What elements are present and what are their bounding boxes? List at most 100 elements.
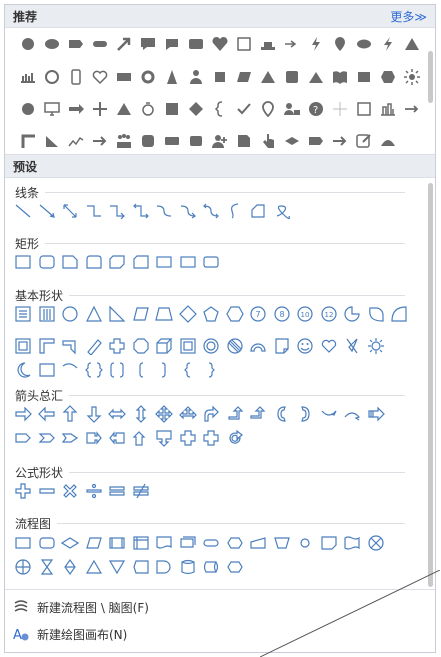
recommended-rhombus-bar-icon[interactable] (283, 132, 301, 150)
recommended-heart-outline-icon[interactable] (91, 68, 109, 86)
shape-flow-internal-storage-icon[interactable] (132, 534, 150, 552)
shape-frame-icon[interactable] (14, 337, 32, 355)
shape-flow-summing-junction-icon[interactable] (367, 534, 385, 552)
shape-plaque-icon[interactable] (132, 337, 150, 355)
shape-snip-corner-rect-icon[interactable] (61, 253, 79, 271)
recommended-circle-icon[interactable] (19, 35, 37, 53)
recommended-frame-icon[interactable] (235, 35, 253, 53)
recommended-rectangle-icon[interactable] (115, 68, 133, 86)
recommended-arrow-2-icon[interactable] (331, 132, 349, 150)
shape-chord-icon[interactable] (367, 305, 385, 323)
recommended-layered-shape-icon[interactable] (259, 35, 277, 53)
recommended-right-arrow-icon[interactable] (403, 100, 421, 118)
shape-block-arc-icon[interactable] (249, 337, 267, 355)
recommended-diamond-icon[interactable] (187, 100, 205, 118)
shape-oval-icon[interactable] (61, 305, 79, 323)
shape-rounded-rect-2-icon[interactable] (202, 253, 220, 271)
recommended-rounded-bar-icon[interactable] (91, 35, 109, 53)
shape-rectangle-4-icon[interactable] (179, 253, 197, 271)
more-link[interactable]: 更多≫ (390, 8, 427, 25)
shape-flow-decision-icon[interactable] (61, 534, 79, 552)
recommended-square-2-icon[interactable] (163, 100, 181, 118)
shape-math-minus-icon[interactable] (38, 482, 56, 500)
recommended-rectangle-2-icon[interactable] (355, 68, 373, 86)
shape-flow-manual-input-icon[interactable] (249, 534, 267, 552)
shape-left-up-arrow-icon[interactable] (249, 405, 267, 423)
recommended-hexagon-icon[interactable] (379, 68, 397, 86)
recommended-lightning-2-icon[interactable] (379, 35, 397, 53)
shape-flow-direct-access-storage-icon[interactable] (202, 558, 220, 576)
recommended-ring-icon[interactable] (43, 68, 61, 86)
shape-striped-right-arrow-icon[interactable] (367, 405, 385, 423)
shape-vertical-text-box-icon[interactable] (38, 305, 56, 323)
recommend-scrollbar[interactable] (428, 51, 433, 103)
recommended-folded-corner-icon[interactable] (235, 132, 253, 150)
shape-curved-up-arrow-icon[interactable] (343, 405, 361, 423)
shape-quad-arrow-callout-icon[interactable] (202, 429, 220, 447)
shape-math-plus-icon[interactable] (14, 482, 32, 500)
recommended-pentagon-arrow-2-icon[interactable] (307, 132, 325, 150)
shape-elbow-double-arrow-icon[interactable] (132, 202, 150, 220)
shape-rectangle-icon[interactable] (14, 253, 32, 271)
shape-isosceles-triangle-icon[interactable] (85, 305, 103, 323)
shape-flow-predefined-process-icon[interactable] (108, 534, 126, 552)
recommended-square-icon[interactable] (211, 68, 229, 86)
recommended-person-icon[interactable] (187, 68, 205, 86)
presets-scrollbar[interactable] (428, 183, 433, 587)
shape-text-box-icon[interactable] (14, 305, 32, 323)
recommended-callout-icon[interactable] (139, 35, 157, 53)
shape-chevron-icon[interactable] (38, 429, 56, 447)
shape-flow-offpage-connector-icon[interactable] (320, 534, 338, 552)
shape-no-symbol-icon[interactable] (226, 337, 244, 355)
shape-snip-diagonal-rect-icon[interactable] (108, 253, 126, 271)
shape-curved-arrow-icon[interactable] (179, 202, 197, 220)
shape-half-frame-icon[interactable] (38, 337, 56, 355)
recommended-triangle-4-icon[interactable] (115, 100, 133, 118)
recommended-parallelogram-icon[interactable] (235, 68, 253, 86)
recommended-edit-box-icon[interactable] (355, 132, 373, 150)
new-canvas-item[interactable]: A 新建绘图画布(N) (13, 624, 127, 644)
recommended-callout-2-icon[interactable] (163, 35, 181, 53)
shape-bent-arrow-icon[interactable] (202, 405, 220, 423)
shape-down-arrow-icon[interactable] (85, 405, 103, 423)
shape-hexagon-icon[interactable] (225, 305, 244, 323)
recommended-location-pin-icon[interactable] (259, 100, 277, 118)
shape-curve-icon[interactable] (226, 202, 244, 220)
shape-diagonal-stripe-icon[interactable] (85, 337, 103, 355)
shape-bevel-icon[interactable] (179, 337, 197, 355)
shape-quad-arrow-icon[interactable] (155, 405, 173, 423)
shape-trapezoid-icon[interactable] (155, 305, 173, 323)
shape-heart-icon[interactable] (320, 337, 338, 355)
recommended-rectangle-3-icon[interactable] (163, 132, 181, 150)
shape-flow-manual-operation-icon[interactable] (273, 534, 291, 552)
shape-curved-double-arrow-icon[interactable] (202, 202, 220, 220)
recommended-right-triangle-icon[interactable] (43, 132, 61, 150)
shape-freeform-icon[interactable] (249, 202, 267, 220)
shape-left-arrow-icon[interactable] (37, 405, 56, 423)
shape-flow-document-icon[interactable] (155, 534, 173, 552)
shape-curved-left-arrow-icon[interactable] (320, 405, 338, 423)
recommended-pentagon-arrow-icon[interactable] (67, 35, 85, 53)
shape-parallelogram-icon[interactable] (132, 305, 150, 323)
shape-moon-icon[interactable] (14, 361, 32, 379)
shape-rectangle-outline-icon[interactable] (38, 361, 56, 379)
shape-flow-stored-data-icon[interactable] (132, 558, 150, 576)
shape-flow-magnetic-disk-icon[interactable] (179, 558, 197, 576)
shape-octagon-icon[interactable]: 8 (273, 305, 291, 323)
recommended-corner-icon[interactable] (19, 132, 37, 150)
recommended-checkmark-icon[interactable] (235, 100, 253, 118)
recommended-rounded-rect-icon[interactable] (187, 35, 205, 53)
recommended-cone-icon[interactable] (163, 68, 181, 86)
recommended-heart-icon[interactable] (211, 35, 229, 53)
recommended-thin-arrow-icon[interactable] (283, 35, 301, 53)
shape-up-down-arrow-icon[interactable] (132, 405, 150, 423)
shape-u-turn-arrow-icon[interactable] (226, 405, 244, 423)
shape-math-multiply-icon[interactable] (61, 482, 79, 500)
shape-l-shape-icon[interactable] (61, 337, 79, 355)
shape-sun-icon[interactable] (367, 337, 385, 355)
shape-math-equal-icon[interactable] (108, 482, 126, 500)
shape-arrow-line-icon[interactable] (38, 202, 56, 220)
recommended-circle-2-icon[interactable] (19, 100, 37, 118)
shape-rounded-rectangle-icon[interactable] (38, 253, 56, 271)
shape-left-right-up-arrow-icon[interactable] (178, 405, 197, 423)
